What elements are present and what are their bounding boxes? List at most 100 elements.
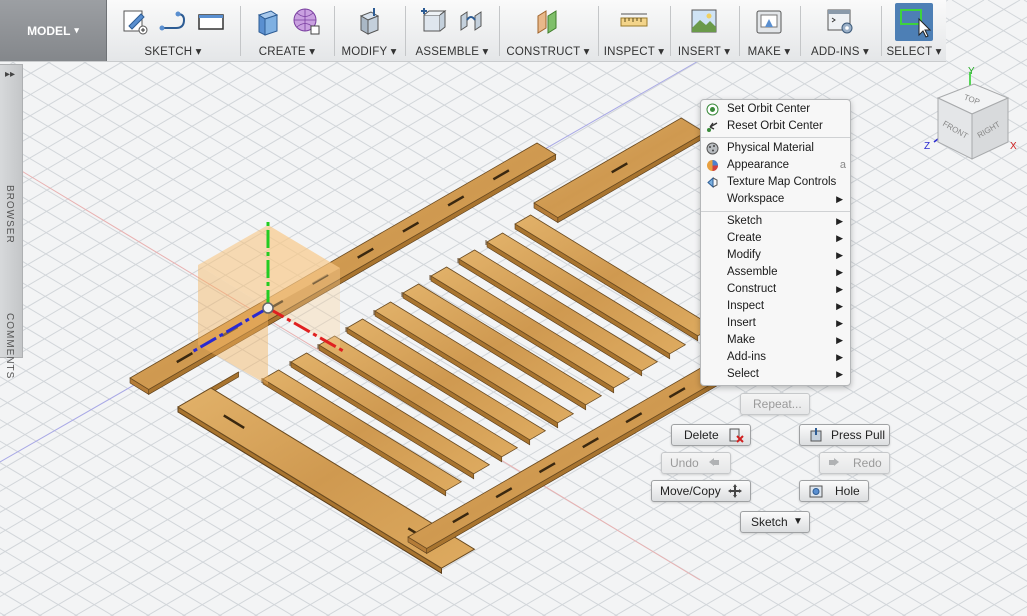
texture-map-icon xyxy=(707,176,718,189)
toolbar-label-construct: CONSTRUCT xyxy=(506,46,581,58)
reset-orbit-icon xyxy=(707,122,718,132)
submenu-arrow-icon: ▶ xyxy=(836,267,843,277)
new-component-icon[interactable] xyxy=(418,6,448,36)
menu-item-label: Inspect xyxy=(727,300,765,312)
menu-separator xyxy=(701,211,850,212)
browser-tab[interactable]: BROWSER xyxy=(4,185,15,244)
view-cube[interactable]: TOP FRONT RIGHT Y X Z xyxy=(920,64,1027,164)
scripts-addins-icon[interactable] xyxy=(825,6,855,36)
extrude-box-icon[interactable] xyxy=(253,6,283,36)
toolbar-label-assemble: ASSEMBLE xyxy=(415,46,480,58)
submenu-arrow-icon: ▶ xyxy=(836,335,843,345)
menu-item-insert[interactable]: Insert ▶ xyxy=(701,315,850,332)
chevron-down-icon: ▾ xyxy=(863,46,870,58)
press-pull-button[interactable]: Press Pull xyxy=(799,424,890,446)
insert-image-icon[interactable] xyxy=(689,6,719,36)
workspace-label: MODEL xyxy=(27,23,71,38)
toolbar-group-assemble[interactable]: ASSEMBLE ▾ xyxy=(407,0,497,61)
toolbar-group-inspect[interactable]: INSPECT ▾ xyxy=(600,0,668,61)
menu-item-set-orbit-center[interactable]: Set Orbit Center xyxy=(701,101,850,118)
window-select-icon[interactable] xyxy=(895,3,933,41)
expand-panel-icon[interactable]: ▸▸ xyxy=(5,69,15,80)
menu-item-label: Reset Orbit Center xyxy=(727,120,823,132)
chevron-down-icon: ▾ xyxy=(724,46,731,58)
menu-item-appearance[interactable]: Appearance a xyxy=(701,157,850,174)
line-tool-icon[interactable] xyxy=(158,6,188,36)
hole-icon xyxy=(809,485,823,498)
chevron-down-icon: ▾ xyxy=(309,46,316,58)
menu-item-physical-material[interactable]: Physical Material xyxy=(701,140,850,157)
undo-button[interactable]: Undo xyxy=(661,452,731,474)
menu-item-label: Set Orbit Center xyxy=(727,103,811,115)
menu-item-construct[interactable]: Construct ▶ xyxy=(701,281,850,298)
z-axis-label: Z xyxy=(924,141,930,152)
comments-tab[interactable]: COMMENTS xyxy=(4,313,15,379)
toolbar-divider xyxy=(405,6,406,56)
menu-item-reset-orbit-center[interactable]: Reset Orbit Center xyxy=(701,118,850,135)
form-sphere-icon[interactable] xyxy=(291,6,321,36)
menu-item-make[interactable]: Make ▶ xyxy=(701,332,850,349)
menu-item-label: Physical Material xyxy=(727,142,814,154)
menu-item-modify[interactable]: Modify ▶ xyxy=(701,247,850,264)
menu-item-label: Insert xyxy=(727,317,756,329)
toolbar-group-add-ins[interactable]: ADD-INS ▾ xyxy=(802,0,878,61)
menu-item-sketch[interactable]: Sketch ▶ xyxy=(701,213,850,230)
delete-icon xyxy=(729,428,744,443)
menu-item-create[interactable]: Create ▶ xyxy=(701,230,850,247)
move-copy-button[interactable]: Move/Copy xyxy=(651,480,751,502)
hole-button[interactable]: Hole xyxy=(799,480,869,502)
3d-print-icon[interactable] xyxy=(754,6,784,36)
toolbar-label-modify: MODIFY xyxy=(341,46,388,58)
toolbar-divider xyxy=(499,6,500,56)
menu-item-texture-map-controls[interactable]: Texture Map Controls xyxy=(701,174,850,191)
x-axis-label: X xyxy=(1010,141,1017,152)
submenu-arrow-icon: ▶ xyxy=(836,233,843,243)
toolbar-group-make[interactable]: MAKE ▾ xyxy=(741,0,797,61)
submenu-arrow-icon: ▶ xyxy=(836,301,843,311)
toolbar-group-insert[interactable]: INSERT ▾ xyxy=(672,0,736,61)
redo-label: Redo xyxy=(853,456,882,470)
chevron-down-icon: ▾ xyxy=(195,46,202,58)
repeat-button[interactable]: Repeat... xyxy=(740,393,810,415)
measure-icon[interactable] xyxy=(619,6,649,36)
toolbar-group-create[interactable]: CREATE ▾ xyxy=(242,0,332,61)
canvas-viewport[interactable] xyxy=(0,0,1027,616)
toolbar-divider xyxy=(739,6,740,56)
press-pull-icon[interactable] xyxy=(354,6,384,36)
menu-item-workspace[interactable]: Workspace ▶ xyxy=(701,191,850,208)
hole-label: Hole xyxy=(835,484,860,498)
rectangle-tool-icon[interactable] xyxy=(196,6,226,36)
redo-icon xyxy=(829,458,839,466)
repeat-label: Repeat... xyxy=(753,397,802,411)
toolbar-divider xyxy=(800,6,801,56)
browser-side-panel[interactable]: ▸▸ BROWSER COMMENTS xyxy=(0,64,23,379)
offset-plane-icon[interactable] xyxy=(533,6,563,36)
menu-item-label: Appearance xyxy=(727,159,790,171)
toolbar-divider xyxy=(881,6,882,56)
toolbar-group-sketch[interactable]: SKETCH ▾ xyxy=(108,0,238,61)
sketch-dropdown-button[interactable]: Sketch ▼ xyxy=(740,511,810,533)
chevron-down-icon: ▾ xyxy=(583,46,590,58)
toolbar-group-construct[interactable]: CONSTRUCT ▾ xyxy=(501,0,595,61)
joint-icon[interactable] xyxy=(456,6,486,36)
sketch-label: Sketch xyxy=(751,515,788,529)
delete-button[interactable]: Delete xyxy=(671,424,751,446)
menu-item-add-ins[interactable]: Add-ins ▶ xyxy=(701,349,850,366)
chevron-down-icon: ▾ xyxy=(658,46,665,58)
shortcut-hint: a xyxy=(839,159,846,171)
redo-button[interactable]: Redo xyxy=(819,452,890,474)
toolbar-label-inspect: INSPECT xyxy=(603,46,655,58)
workspace-switcher-button[interactable]: MODEL ▾ xyxy=(0,0,107,61)
submenu-arrow-icon: ▶ xyxy=(836,216,843,226)
move-arrows-icon xyxy=(728,484,742,498)
toolbar-group-modify[interactable]: MODIFY ▾ xyxy=(336,0,402,61)
menu-item-assemble[interactable]: Assemble ▶ xyxy=(701,264,850,281)
menu-item-label: Make xyxy=(727,334,756,346)
menu-item-inspect[interactable]: Inspect ▶ xyxy=(701,298,850,315)
toolbar-group-select[interactable]: SELECT ▾ xyxy=(883,0,945,61)
create-sketch-icon[interactable] xyxy=(120,6,150,36)
toolbar-label-make: MAKE xyxy=(747,46,781,58)
menu-item-select[interactable]: Select ▶ xyxy=(701,366,850,383)
toolbar-divider xyxy=(598,6,599,56)
press-pull-icon xyxy=(810,428,822,442)
